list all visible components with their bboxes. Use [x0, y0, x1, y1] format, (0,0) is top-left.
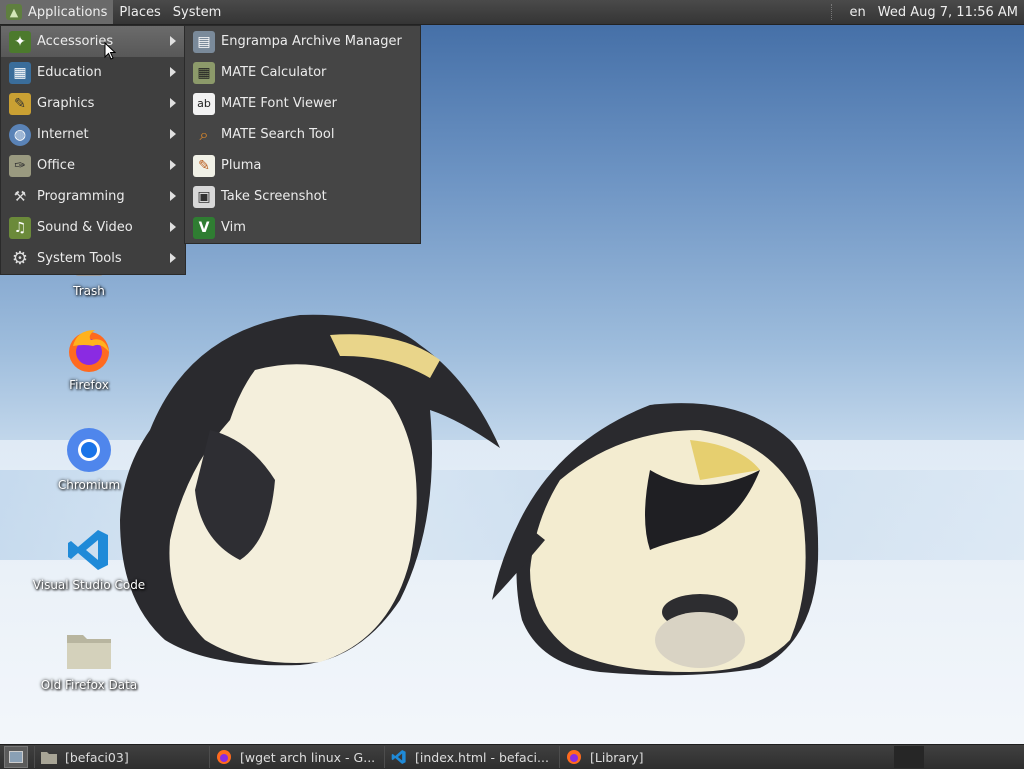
menu-item-screenshot[interactable]: ▣ Take Screenshot	[185, 181, 420, 212]
show-desktop-button[interactable]	[4, 746, 28, 768]
menu-item-label: Engrampa Archive Manager	[221, 34, 402, 49]
desktop-icon-label: Old Firefox Data	[40, 678, 138, 692]
menu-item-label: Take Screenshot	[221, 189, 327, 204]
desktop-icon-firefox[interactable]: Firefox	[24, 326, 154, 392]
menu-item-label: MATE Calculator	[221, 65, 327, 80]
sound-video-icon: ♫	[9, 216, 31, 239]
taskbar-label: [Library]	[590, 749, 644, 765]
workspace-switcher[interactable]	[894, 746, 924, 768]
submenu-arrow-icon	[170, 191, 176, 201]
firefox-icon	[216, 749, 232, 765]
menu-item-graphics[interactable]: ✎ Graphics	[1, 88, 185, 119]
panel-separator	[830, 4, 834, 20]
menu-item-label: Internet	[37, 127, 89, 142]
menu-item-calculator[interactable]: ▦ MATE Calculator	[185, 57, 420, 88]
menu-item-label: Vim	[221, 220, 246, 235]
taskbar-button-library[interactable]: [Library]	[559, 746, 732, 768]
desktop-icon-label: Visual Studio Code	[32, 578, 146, 592]
submenu-arrow-icon	[170, 222, 176, 232]
menu-item-label: Pluma	[221, 158, 262, 173]
desktop-icon-label: Firefox	[69, 378, 109, 392]
menu-item-engrampa[interactable]: ▤ Engrampa Archive Manager	[185, 26, 420, 57]
font-viewer-icon: ab	[193, 92, 215, 115]
menu-item-label: MATE Font Viewer	[221, 96, 338, 111]
submenu-arrow-icon	[170, 160, 176, 170]
menu-item-education[interactable]: ▦ Education	[1, 57, 185, 88]
text-editor-icon: ✎	[193, 154, 215, 177]
menu-item-label: Education	[37, 65, 102, 80]
panel-clock[interactable]: Wed Aug 7, 11:56 AM	[874, 5, 1024, 20]
screenshot-icon: ▣	[193, 185, 215, 208]
vscode-icon	[65, 526, 113, 574]
menu-item-label: System Tools	[37, 251, 122, 266]
desktop-icon-chromium[interactable]: Chromium	[24, 426, 154, 492]
folder-icon	[65, 626, 113, 674]
menu-item-sound-video[interactable]: ♫ Sound & Video	[1, 212, 185, 243]
menu-item-pluma[interactable]: ✎ Pluma	[185, 150, 420, 181]
menu-item-label: Accessories	[37, 34, 114, 49]
menu-item-label: Sound & Video	[37, 220, 133, 235]
taskbar-button-befaci03[interactable]: [befaci03]	[34, 746, 207, 768]
menu-item-programming[interactable]: ⚒ Programming	[1, 181, 185, 212]
submenu-arrow-icon	[170, 253, 176, 263]
menu-item-vim[interactable]: V Vim	[185, 212, 420, 243]
internet-icon: ◍	[9, 123, 31, 146]
search-tool-icon: ⌕	[199, 124, 209, 144]
firefox-icon	[566, 749, 582, 765]
taskbar-button-vscode[interactable]: [index.html - befaci...	[384, 746, 557, 768]
bottom-panel: [befaci03] [wget arch linux - G... [inde…	[0, 744, 1024, 769]
office-icon: ✑	[9, 154, 31, 177]
submenu-arrow-icon	[170, 36, 176, 46]
firefox-icon	[65, 326, 113, 374]
desktop-icon-vscode[interactable]: Visual Studio Code	[24, 526, 154, 592]
menu-item-internet[interactable]: ◍ Internet	[1, 119, 185, 150]
system-label: System	[172, 4, 222, 20]
desktop-icon-label: Chromium	[57, 478, 121, 492]
mate-logo-icon: ▲	[6, 4, 22, 20]
mouse-cursor-icon	[104, 42, 116, 60]
desktop-icon-label: Trash	[73, 284, 105, 298]
taskbar-label: [wget arch linux - G...	[240, 749, 376, 765]
accessories-submenu: ▤ Engrampa Archive Manager ▦ MATE Calcul…	[184, 25, 421, 244]
calculator-icon: ▦	[193, 61, 215, 84]
applications-label: Applications	[28, 4, 108, 20]
places-menu-button[interactable]: Places	[113, 0, 166, 24]
menu-item-label: Graphics	[37, 96, 95, 111]
taskbar-button-firefox-wget[interactable]: [wget arch linux - G...	[209, 746, 382, 768]
folder-icon	[41, 749, 57, 765]
system-menu-button[interactable]: System	[167, 0, 227, 24]
menu-item-font-viewer[interactable]: ab MATE Font Viewer	[185, 88, 420, 119]
desktop-icon-old-firefox-data[interactable]: Old Firefox Data	[24, 626, 154, 692]
keyboard-layout-indicator[interactable]: en	[842, 5, 874, 20]
show-desktop-icon	[9, 751, 23, 763]
menu-item-office[interactable]: ✑ Office	[1, 150, 185, 181]
applications-menu-button[interactable]: ▲ Applications	[0, 0, 114, 24]
menu-item-search-tool[interactable]: ⌕ MATE Search Tool	[185, 119, 420, 150]
archive-manager-icon: ▤	[193, 30, 215, 53]
panel-tray: en Wed Aug 7, 11:56 AM	[823, 0, 1024, 24]
submenu-arrow-icon	[170, 67, 176, 77]
vscode-icon	[391, 749, 407, 765]
graphics-icon: ✎	[9, 92, 31, 115]
submenu-arrow-icon	[170, 129, 176, 139]
taskbar-label: [index.html - befaci...	[415, 749, 549, 765]
chromium-icon	[65, 426, 113, 474]
submenu-arrow-icon	[170, 98, 176, 108]
taskbar-label: [befaci03]	[65, 749, 129, 765]
applications-menu: ✦ Accessories ▦ Education ✎ Graphics ◍ I…	[0, 25, 186, 275]
system-tools-icon: ⚙	[11, 248, 29, 269]
education-icon: ▦	[9, 61, 31, 84]
top-panel: ▲ Applications Places System en Wed Aug …	[0, 0, 1024, 25]
menu-item-label: Programming	[37, 189, 125, 204]
accessories-icon: ✦	[9, 30, 31, 53]
programming-icon: ⚒	[13, 188, 27, 205]
vim-icon: V	[193, 216, 215, 239]
menu-item-label: Office	[37, 158, 75, 173]
places-label: Places	[119, 4, 161, 20]
menu-item-system-tools[interactable]: ⚙ System Tools	[1, 243, 185, 274]
menu-item-label: MATE Search Tool	[221, 127, 335, 142]
menu-item-accessories[interactable]: ✦ Accessories	[1, 26, 185, 57]
